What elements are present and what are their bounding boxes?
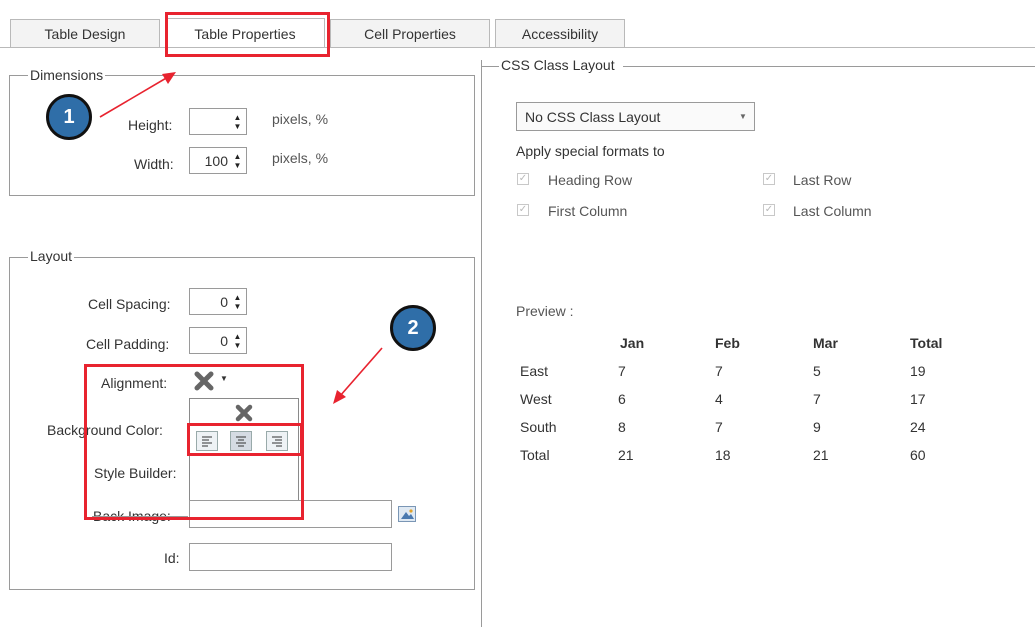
table-cell: 19 bbox=[910, 363, 926, 379]
preview-label: Preview : bbox=[516, 303, 574, 319]
last-row-label: Last Row bbox=[793, 172, 852, 188]
tab-label: Cell Properties bbox=[364, 25, 456, 42]
table-cell: 4 bbox=[715, 391, 723, 407]
cell-padding-label: Cell Padding: bbox=[86, 336, 170, 352]
table-cell: 18 bbox=[715, 447, 731, 463]
id-input[interactable] bbox=[189, 543, 392, 571]
last-column-checkbox[interactable]: ✓ bbox=[763, 204, 775, 216]
spinner-down-icon[interactable]: ▼ bbox=[233, 161, 242, 170]
preview-header-cell: Total bbox=[910, 335, 943, 351]
css-class-layout-value: No CSS Class Layout bbox=[525, 109, 661, 125]
tab-bar: Table Design Table Properties Cell Prope… bbox=[0, 0, 1035, 48]
apply-formats-label: Apply special formats to bbox=[516, 143, 665, 159]
tab-table-design[interactable]: Table Design bbox=[10, 19, 160, 47]
image-picker-icon[interactable] bbox=[398, 506, 416, 522]
table-cell: 7 bbox=[618, 363, 626, 379]
width-value: 100 bbox=[204, 153, 228, 169]
table-cell: 24 bbox=[910, 419, 926, 435]
css-class-layout-select[interactable]: No CSS Class Layout ▼ bbox=[516, 102, 755, 131]
table-cell: 8 bbox=[618, 419, 626, 435]
spinner-up-icon[interactable]: ▲ bbox=[233, 293, 242, 302]
width-units: pixels, % bbox=[272, 150, 329, 166]
table-cell: 17 bbox=[910, 391, 926, 407]
height-units: pixels, % bbox=[272, 111, 329, 127]
tab-label: Accessibility bbox=[521, 25, 599, 42]
align-buttons-highlight-box bbox=[187, 423, 303, 456]
tab-cell-properties[interactable]: Cell Properties bbox=[330, 19, 490, 47]
table-cell: 5 bbox=[813, 363, 821, 379]
table-cell: East bbox=[520, 363, 549, 379]
preview-header-cell: Mar bbox=[813, 335, 838, 351]
table-cell: 6 bbox=[618, 391, 626, 407]
tab-accessibility[interactable]: Accessibility bbox=[495, 19, 625, 47]
last-column-label: Last Column bbox=[793, 203, 872, 219]
preview-header-cell: Feb bbox=[715, 335, 740, 351]
width-spinner[interactable]: 100 ▲ ▼ bbox=[189, 147, 247, 174]
css-layout-rule bbox=[481, 66, 499, 67]
checkmark-icon: ✓ bbox=[764, 173, 774, 184]
table-cell: 7 bbox=[715, 363, 723, 379]
spinner-down-icon[interactable]: ▼ bbox=[233, 302, 242, 311]
last-row-checkbox[interactable]: ✓ bbox=[763, 173, 775, 185]
checkmark-icon: ✓ bbox=[518, 173, 528, 184]
width-label: Width: bbox=[134, 156, 174, 172]
height-spinner[interactable]: ▲ ▼ bbox=[189, 108, 247, 135]
tab-divider bbox=[0, 47, 1035, 48]
cell-padding-value: 0 bbox=[220, 333, 228, 349]
first-column-checkbox[interactable]: ✓ bbox=[517, 204, 529, 216]
first-column-label: First Column bbox=[548, 203, 628, 219]
panel-divider bbox=[481, 60, 482, 627]
annotation-arrow-2 bbox=[333, 347, 383, 404]
tab-label: Table Design bbox=[44, 25, 126, 42]
spinner-down-icon[interactable]: ▼ bbox=[233, 122, 242, 131]
preview-header-cell: Jan bbox=[620, 335, 645, 351]
css-layout-rule bbox=[623, 66, 1035, 67]
table-row: East 7 7 5 19 bbox=[520, 363, 960, 383]
checkmark-icon: ✓ bbox=[518, 204, 528, 215]
spinner-down-icon[interactable]: ▼ bbox=[233, 341, 242, 350]
cell-spacing-value: 0 bbox=[220, 294, 228, 310]
preview-table: Jan Feb Mar Total East 7 7 5 19 West 6 4… bbox=[520, 335, 960, 470]
id-label: Id: bbox=[164, 550, 180, 566]
table-cell: 60 bbox=[910, 447, 926, 463]
table-cell: 21 bbox=[618, 447, 634, 463]
annotation-badge-1: 1 bbox=[46, 94, 92, 140]
heading-row-checkbox[interactable]: ✓ bbox=[517, 173, 529, 185]
checkmark-icon: ✓ bbox=[764, 204, 774, 215]
table-cell: 21 bbox=[813, 447, 829, 463]
tab-highlight-box bbox=[165, 12, 330, 57]
table-cell: South bbox=[520, 419, 557, 435]
spinner-up-icon[interactable]: ▲ bbox=[233, 113, 242, 122]
table-row: West 6 4 7 17 bbox=[520, 391, 960, 411]
cell-spacing-spinner[interactable]: 0 ▲ ▼ bbox=[189, 288, 247, 315]
spinner-up-icon[interactable]: ▲ bbox=[233, 152, 242, 161]
spinner-up-icon[interactable]: ▲ bbox=[233, 332, 242, 341]
cell-padding-spinner[interactable]: 0 ▲ ▼ bbox=[189, 327, 247, 354]
cell-spacing-label: Cell Spacing: bbox=[88, 296, 171, 312]
table-cell: Total bbox=[520, 447, 550, 463]
layout-legend: Layout bbox=[28, 248, 75, 264]
annotation-arrow-1 bbox=[99, 72, 176, 118]
table-cell: 9 bbox=[813, 419, 821, 435]
table-cell: 7 bbox=[813, 391, 821, 407]
table-row: South 8 7 9 24 bbox=[520, 419, 960, 439]
table-cell: 7 bbox=[715, 419, 723, 435]
dropdown-caret-icon: ▼ bbox=[739, 112, 747, 121]
table-cell: West bbox=[520, 391, 552, 407]
heading-row-label: Heading Row bbox=[548, 172, 633, 188]
css-layout-legend: CSS Class Layout bbox=[499, 57, 617, 73]
table-row: Total 21 18 21 60 bbox=[520, 447, 960, 467]
